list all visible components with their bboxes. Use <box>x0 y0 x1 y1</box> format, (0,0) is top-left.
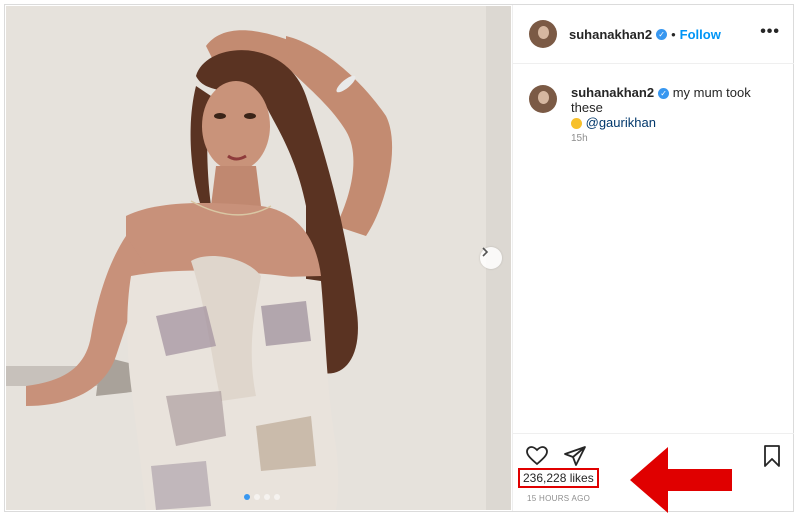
verified-badge-icon: ✓ <box>656 28 668 40</box>
caption: suhanakhan2 ✓ my mum took these @gaurikha… <box>529 85 779 130</box>
carousel-dots <box>244 494 280 500</box>
post-header: suhanakhan2 ✓ • Follow ••• <box>513 5 794 64</box>
caption-username[interactable]: suhanakhan2 <box>571 85 654 100</box>
carousel-dot <box>254 494 260 500</box>
username-link[interactable]: suhanakhan2 <box>569 27 652 42</box>
more-options-icon[interactable]: ••• <box>760 23 780 41</box>
bookmark-icon[interactable] <box>760 444 784 468</box>
carousel-dot <box>244 494 250 500</box>
carousel-dot <box>264 494 270 500</box>
post-timestamp[interactable]: 15 HOURS AGO <box>527 494 590 503</box>
avatar[interactable] <box>529 20 557 48</box>
post-sidebar: suhanakhan2 ✓ • Follow ••• suhanakhan2 ✓ … <box>512 5 794 511</box>
caption-timestamp[interactable]: 15h <box>571 133 588 144</box>
caption-text-block: suhanakhan2 ✓ my mum took these @gaurikha… <box>571 85 779 130</box>
chevron-right-icon <box>482 247 489 257</box>
emoji-icon <box>571 118 582 130</box>
likes-count[interactable]: 236,228 likes <box>518 468 599 488</box>
follow-button[interactable]: Follow <box>680 27 721 42</box>
red-arrow-annotation <box>630 447 732 513</box>
heart-icon[interactable] <box>525 444 549 468</box>
photo-illustration <box>6 6 511 510</box>
avatar[interactable] <box>529 85 557 113</box>
share-icon[interactable] <box>563 444 587 468</box>
carousel-dot <box>274 494 280 500</box>
instagram-post: suhanakhan2 ✓ • Follow ••• suhanakhan2 ✓ … <box>4 4 794 512</box>
post-photo[interactable] <box>6 6 511 510</box>
carousel-next-button[interactable] <box>480 247 502 269</box>
verified-badge-icon: ✓ <box>658 88 670 100</box>
action-icons <box>525 444 587 468</box>
mention-link[interactable]: @gaurikhan <box>586 115 656 130</box>
separator: • <box>671 26 676 42</box>
